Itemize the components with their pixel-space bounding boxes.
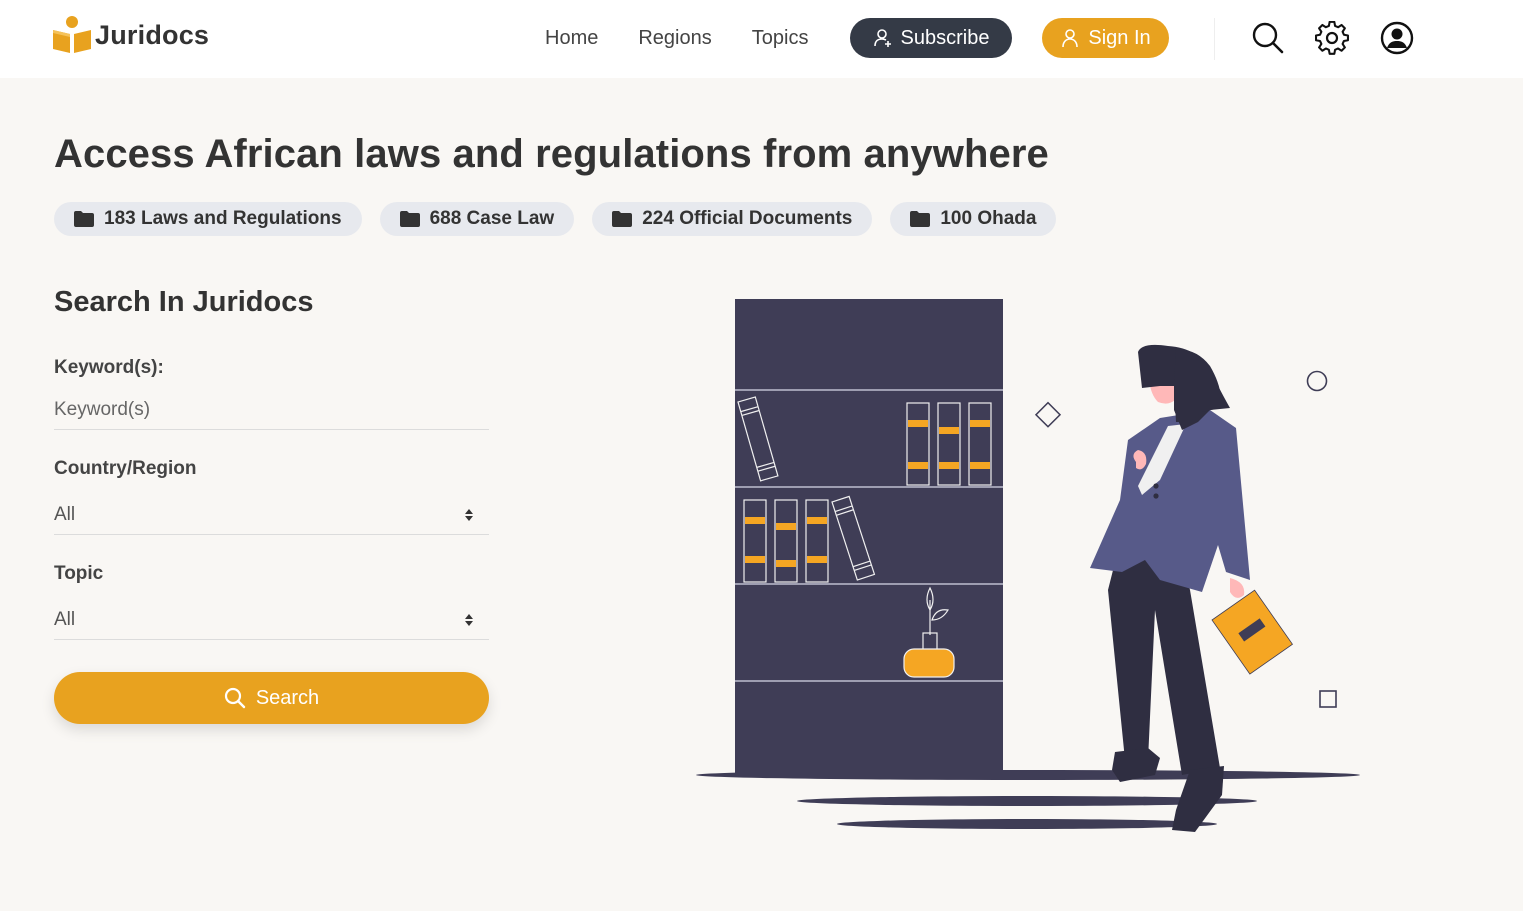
topic-select-value: All	[54, 608, 76, 630]
main-nav: Home Regions Topics	[545, 24, 848, 52]
stats-badges: 183 Laws and Regulations 688 Case Law 22…	[54, 202, 1057, 236]
badge-case-law[interactable]: 688 Case Law	[379, 202, 575, 236]
logo[interactable]: Juridocs	[52, 15, 209, 55]
badge-label: 688 Case Law	[429, 208, 555, 229]
subscribe-button[interactable]: Subscribe	[850, 18, 1012, 58]
book-reader-logo-icon	[53, 16, 91, 53]
badge-label: 183 Laws and Regulations	[104, 208, 342, 229]
sort-arrows-icon	[465, 613, 473, 626]
keyword-input[interactable]	[54, 390, 489, 429]
page-title: Access African laws and regulations from…	[54, 132, 1049, 176]
keyword-label: Keyword(s):	[54, 357, 164, 378]
sign-in-label: Sign In	[1088, 26, 1151, 49]
country-select-value: All	[54, 503, 76, 525]
badge-ohada[interactable]: 100 Ohada	[890, 202, 1057, 236]
user-plus-icon	[873, 29, 891, 47]
search-icon[interactable]	[1251, 21, 1285, 55]
top-navbar: Juridocs Home Regions Topics Subscribe S…	[0, 0, 1523, 78]
badge-laws[interactable]: 183 Laws and Regulations	[54, 202, 362, 236]
badge-label: 100 Ohada	[940, 208, 1037, 229]
nav-home-link[interactable]: Home	[545, 24, 598, 52]
user-circle-icon[interactable]	[1380, 21, 1414, 55]
search-button-label: Search	[255, 686, 320, 709]
search-icon	[224, 687, 246, 709]
user-icon	[1062, 29, 1079, 48]
topic-label: Topic	[54, 563, 104, 584]
bookshelf-woman-illustration	[696, 299, 1360, 832]
folder-icon	[74, 211, 94, 227]
badge-label: 224 Official Documents	[642, 208, 853, 229]
folder-icon	[910, 211, 931, 227]
nav-topics-link[interactable]: Topics	[752, 24, 809, 52]
header-divider	[1214, 18, 1215, 60]
nav-regions-link[interactable]: Regions	[638, 24, 711, 52]
keyword-field	[54, 390, 489, 430]
country-label: Country/Region	[54, 458, 197, 479]
gear-icon[interactable]	[1314, 20, 1349, 55]
brand-name: Juridocs	[95, 19, 210, 50]
sign-in-button[interactable]: Sign In	[1042, 18, 1169, 58]
search-button[interactable]: Search	[54, 672, 489, 724]
folder-icon	[612, 211, 633, 227]
topic-select[interactable]: All	[54, 600, 489, 640]
subscribe-label: Subscribe	[900, 26, 990, 49]
sort-arrows-icon	[465, 508, 473, 521]
badge-official-documents[interactable]: 224 Official Documents	[592, 202, 873, 236]
country-select[interactable]: All	[54, 495, 489, 535]
folder-icon	[399, 211, 420, 227]
search-section-title: Search In Juridocs	[54, 286, 314, 318]
